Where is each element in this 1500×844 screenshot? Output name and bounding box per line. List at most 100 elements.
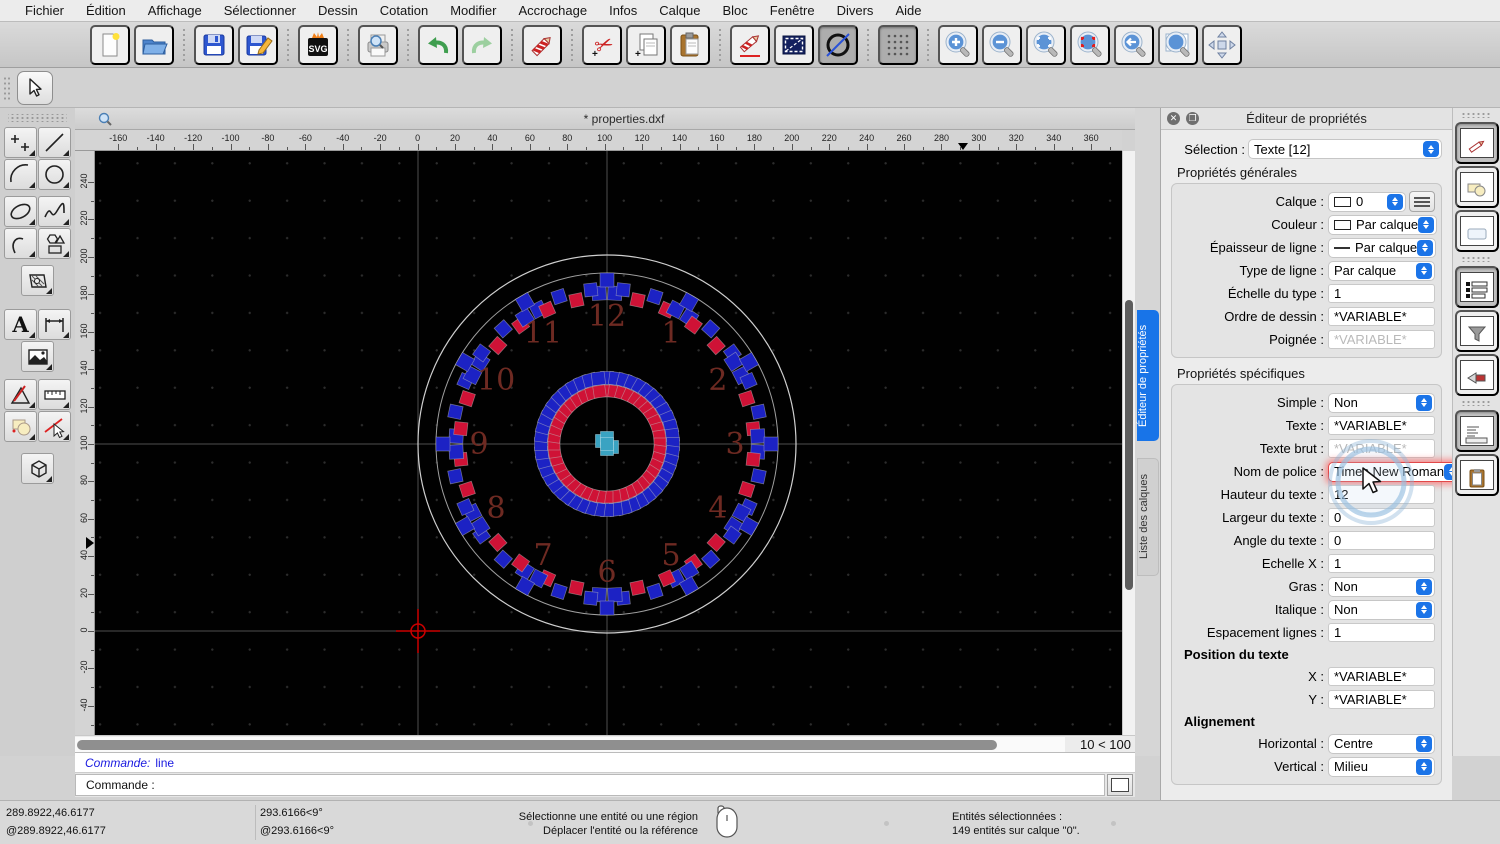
prop-select-couleur-[interactable]: Par calque xyxy=(1328,215,1437,235)
menu-dessin[interactable]: Dessin xyxy=(307,0,369,21)
tool-circle-button[interactable] xyxy=(38,159,71,190)
prop-input-x-[interactable]: *VARIABLE* xyxy=(1328,667,1435,686)
save-button[interactable] xyxy=(194,25,234,65)
prop-select-vertical-[interactable]: Milieu xyxy=(1328,757,1435,777)
prop-select-horizontal-[interactable]: Centre xyxy=(1328,734,1435,754)
prop-input-hauteur-du-texte-[interactable]: 12 xyxy=(1328,485,1435,504)
prop-input-texte-brut-[interactable]: *VARIABLE* xyxy=(1328,439,1435,458)
print-preview-button[interactable] xyxy=(358,25,398,65)
general-properties-group: Calque :0Couleur :Par calqueÉpaisseur de… xyxy=(1171,183,1442,358)
prop-label: Simple : xyxy=(1174,395,1324,410)
tool-points-button[interactable] xyxy=(4,127,37,158)
command-input[interactable]: Commande : xyxy=(75,774,1105,796)
h-ruler-label: 240 xyxy=(859,133,874,143)
tool-polyline-button[interactable] xyxy=(4,228,37,259)
pan-button[interactable] xyxy=(1202,25,1242,65)
property-editor-panel-toggle[interactable] xyxy=(1455,266,1499,308)
tool-solid-3d-button[interactable] xyxy=(21,453,54,484)
prop-input-y-[interactable]: *VARIABLE* xyxy=(1328,690,1435,709)
tool-measure-button[interactable] xyxy=(38,379,71,410)
selection-rect-button[interactable] xyxy=(774,25,814,65)
tool-arc-button[interactable] xyxy=(4,159,37,190)
zoom-window-button[interactable] xyxy=(1158,25,1198,65)
prop-select-nom-de-police-[interactable]: Times New Roman xyxy=(1328,462,1463,482)
undo-button[interactable] xyxy=(418,25,458,65)
circle-line-tool-button[interactable] xyxy=(818,25,858,65)
menu-divers[interactable]: Divers xyxy=(826,0,885,21)
copy-button[interactable]: + xyxy=(626,25,666,65)
menu-accrochage[interactable]: Accrochage xyxy=(507,0,598,21)
prop-select-simple-[interactable]: Non xyxy=(1328,393,1435,413)
tool-modify-button[interactable] xyxy=(4,411,37,442)
tab-layer-list[interactable]: Liste des calques xyxy=(1137,458,1159,576)
tool-shapes-button[interactable] xyxy=(38,228,71,259)
save-as-button[interactable] xyxy=(238,25,278,65)
redo-button[interactable] xyxy=(462,25,502,65)
zoom-previous-button[interactable] xyxy=(1114,25,1154,65)
menu-aide[interactable]: Aide xyxy=(884,0,932,21)
horizontal-scrollbar[interactable]: 10 < 100 xyxy=(75,735,1135,752)
prop-input-ordre-de-dessin-[interactable]: *VARIABLE* xyxy=(1328,307,1435,326)
new-file-button[interactable] xyxy=(90,25,130,65)
draw-pen-button[interactable] xyxy=(730,25,770,65)
selection-filter-panel-toggle[interactable] xyxy=(1455,310,1499,352)
v-ruler-label: -40 xyxy=(79,693,89,717)
prop-input-echelle-du-type-[interactable]: 1 xyxy=(1328,284,1435,303)
zoom-auto-button[interactable] xyxy=(1026,25,1066,65)
prop-input-poignee-[interactable]: *VARIABLE* xyxy=(1328,330,1435,349)
zoom-selected-button[interactable] xyxy=(1070,25,1110,65)
prop-select-type-de-ligne-[interactable]: Par calque xyxy=(1328,261,1435,281)
menu-calque[interactable]: Calque xyxy=(648,0,711,21)
tool-hatch-button[interactable] xyxy=(21,265,54,296)
open-file-button[interactable] xyxy=(134,25,174,65)
prop-select-gras-[interactable]: Non xyxy=(1328,577,1435,597)
vertical-scrollbar[interactable] xyxy=(1122,151,1135,735)
tab-property-editor[interactable]: Éditeur de propriétés xyxy=(1137,310,1159,441)
menu-fichier[interactable]: Fichier xyxy=(14,0,75,21)
view-panel-toggle[interactable] xyxy=(1455,210,1499,252)
clipboard-panel-toggle[interactable] xyxy=(1455,454,1499,496)
delete-eraser-button[interactable] xyxy=(522,25,562,65)
block-panel-toggle[interactable] xyxy=(1455,354,1499,396)
tool-ellipse-button[interactable] xyxy=(4,196,37,227)
menu-cotation[interactable]: Cotation xyxy=(369,0,439,21)
menu-selectionner[interactable]: Sélectionner xyxy=(213,0,307,21)
paste-button[interactable] xyxy=(670,25,710,65)
menu-infos[interactable]: Infos xyxy=(598,0,648,21)
tool-modify-attributes-button[interactable] xyxy=(38,411,71,442)
tool-spline-button[interactable] xyxy=(38,196,71,227)
prop-input-angle-du-texte-[interactable]: 0 xyxy=(1328,531,1435,550)
tool-image-button[interactable] xyxy=(21,341,54,372)
zoom-out-button[interactable] xyxy=(982,25,1022,65)
prop-select-calque-[interactable]: 0 xyxy=(1328,192,1406,212)
menu-bloc[interactable]: Bloc xyxy=(711,0,758,21)
svg-export-button[interactable]: SVG xyxy=(298,25,338,65)
prop-input-largeur-du-texte-[interactable]: 0 xyxy=(1328,508,1435,527)
tool-dimension-button[interactable] xyxy=(38,309,71,340)
tool-construction-button[interactable] xyxy=(4,379,37,410)
menu-edition[interactable]: Édition xyxy=(75,0,137,21)
selection-dropdown[interactable]: Texte [12] xyxy=(1248,139,1442,159)
draw-panel-toggle[interactable] xyxy=(1455,122,1499,164)
tool-line-button[interactable] xyxy=(38,127,71,158)
zoom-in-button[interactable] xyxy=(938,25,978,65)
cut-button[interactable]: ✂+ xyxy=(582,25,622,65)
select-tool-button[interactable] xyxy=(17,71,53,105)
detach-command-button[interactable] xyxy=(1107,774,1133,796)
grid-toggle-button[interactable] xyxy=(878,25,918,65)
layer-menu-button[interactable] xyxy=(1409,191,1435,212)
menu-fenetre[interactable]: Fenêtre xyxy=(759,0,826,21)
tool-text-button[interactable]: A xyxy=(4,309,37,340)
menu-modifier[interactable]: Modifier xyxy=(439,0,507,21)
prop-input-espacement-lignes-[interactable]: 1 xyxy=(1328,623,1435,642)
drawing-canvas[interactable]: 123456789101112 xyxy=(95,151,1122,735)
modify-panel-toggle[interactable] xyxy=(1455,166,1499,208)
vertical-scrollbar-thumb[interactable] xyxy=(1125,300,1133,590)
command-line-panel-toggle[interactable] xyxy=(1455,410,1499,452)
prop-input-echelle-x-[interactable]: 1 xyxy=(1328,554,1435,573)
prop-select-epaisseur-de-ligne-[interactable]: Par calque xyxy=(1328,238,1436,258)
horizontal-scrollbar-thumb[interactable] xyxy=(77,740,997,750)
prop-input-texte-[interactable]: *VARIABLE* xyxy=(1328,416,1435,435)
prop-select-italique-[interactable]: Non xyxy=(1328,600,1435,620)
menu-affichage[interactable]: Affichage xyxy=(137,0,213,21)
